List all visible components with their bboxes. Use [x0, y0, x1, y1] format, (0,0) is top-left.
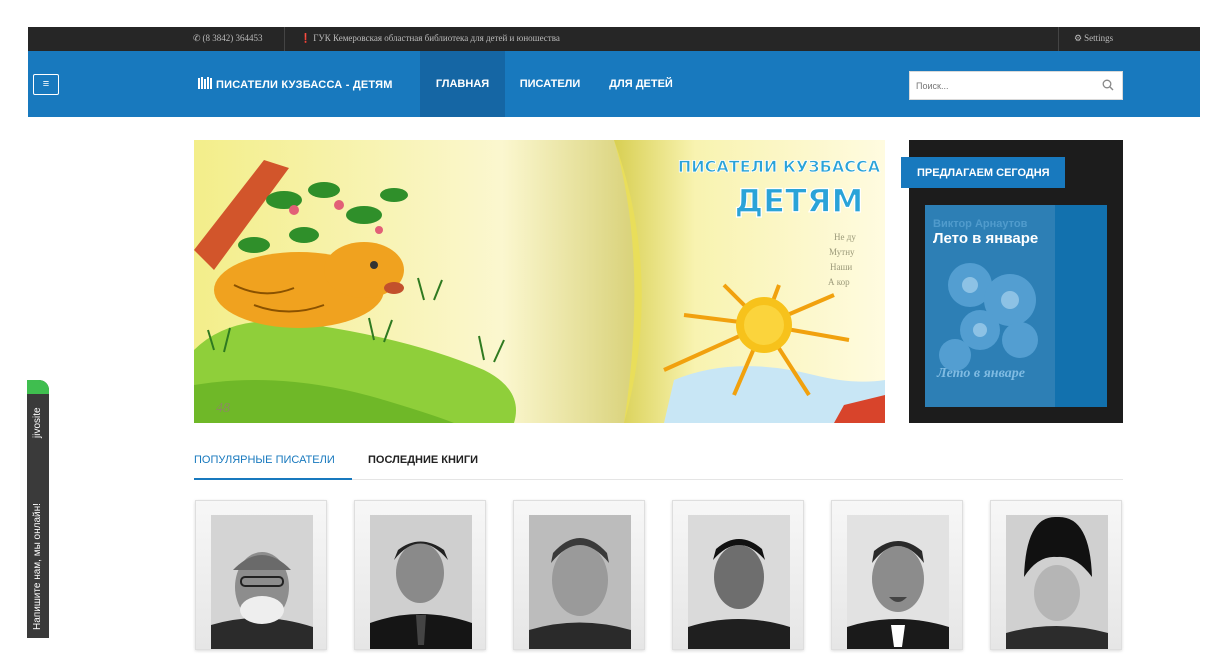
menu-toggle-button[interactable]: ≡: [33, 74, 59, 95]
author-card[interactable]: [354, 500, 486, 650]
hero-illustration: Не ду Мутну Наши А кор 48 ПИСАТЕЛИ КУЗБАССА…: [194, 140, 885, 423]
organization-name: ГУК Кемеровская областная библиотека для…: [313, 33, 560, 43]
hero-title-line1: ПИСАТЕЛИ КУЗБАССА: [678, 157, 881, 176]
today-widget: ПРЕДЛАГАЕМ СЕГОДНЯ Виктор Арнаутов Лето …: [901, 140, 1123, 423]
nav-item-writers[interactable]: ПИСАТЕЛИ: [505, 51, 595, 117]
organization-info: ❗ ГУК Кемеровская областная библиотека дл…: [300, 33, 560, 44]
tab-latest-books[interactable]: ПОСЛЕДНИЕ КНИГИ: [368, 454, 498, 480]
tab-popular-writers[interactable]: ПОПУЛЯРНЫЕ ПИСАТЕЛИ: [194, 454, 352, 480]
brand-title: ПИСАТЕЛИ КУЗБАССА - ДЕТЯМ: [216, 79, 393, 91]
phone-contact[interactable]: ✆ (8 3842) 364453: [193, 33, 263, 44]
search-icon[interactable]: [1102, 79, 1114, 91]
svg-text:Не ду: Не ду: [834, 232, 856, 242]
author-card[interactable]: [831, 500, 963, 650]
svg-text:Мутну: Мутну: [829, 247, 855, 257]
author-photo: [370, 515, 472, 649]
jivo-brand: jivosite: [32, 407, 43, 438]
nav-item-for-kids[interactable]: ДЛЯ ДЕТЕЙ: [595, 51, 687, 117]
nav-item-home[interactable]: ГЛАВНАЯ: [420, 51, 505, 117]
author-photo: [211, 515, 313, 649]
hero-title-line2: ДЕТЯМ: [735, 182, 864, 220]
svg-text:А кор: А кор: [828, 277, 850, 287]
author-card[interactable]: [195, 500, 327, 650]
author-photo: [847, 515, 949, 649]
search-input[interactable]: [910, 72, 1090, 99]
settings-label: Settings: [1084, 33, 1114, 43]
author-card[interactable]: [513, 500, 645, 650]
search-box: [909, 71, 1123, 100]
hero-banner[interactable]: Не ду Мутну Наши А кор 48 ПИСАТЕЛИ КУЗБАССА…: [194, 140, 885, 423]
divider: [284, 27, 285, 51]
phone-number: (8 3842) 364453: [202, 33, 263, 43]
author-card[interactable]: [990, 500, 1122, 650]
menu-icon: ≡: [42, 78, 50, 90]
settings-link[interactable]: ⚙ Settings: [1074, 33, 1113, 44]
library-logo-icon: [198, 77, 212, 89]
settings-icon: ⚙: [1074, 33, 1083, 43]
main-navbar: ≡ ПИСАТЕЛИ КУЗБАССА - ДЕТЯМ ГЛАВНАЯ ПИСА…: [28, 51, 1200, 117]
divider: [1058, 27, 1059, 51]
author-photo: [688, 515, 790, 649]
writers-tabs: ПОПУЛЯРНЫЕ ПИСАТЕЛИ ПОСЛЕДНИЕ КНИГИ: [194, 454, 1123, 480]
author-photo: [529, 515, 631, 649]
featured-book-card[interactable]: Виктор Арнаутов Лето в январе Лето в янв…: [925, 205, 1107, 407]
cover-text: Лето в январе: [936, 366, 1025, 381]
page-number: 48: [216, 401, 230, 416]
author-card[interactable]: [672, 500, 804, 650]
author-photo: [1006, 515, 1108, 649]
book-author: Виктор Арнаутов: [933, 218, 1028, 230]
phone-icon: ✆: [193, 33, 201, 43]
site-brand[interactable]: ПИСАТЕЛИ КУЗБАССА - ДЕТЯМ: [198, 77, 393, 91]
info-icon: ❗: [300, 33, 312, 43]
today-tag: ПРЕДЛАГАЕМ СЕГОДНЯ: [901, 157, 1065, 188]
jivo-message: Напишите нам, мы онлайн!: [32, 503, 43, 630]
page: ✆ (8 3842) 364453 ❗ ГУК Кемеровская област…: [0, 0, 1207, 659]
book-title: Лето в январе: [933, 230, 1039, 247]
jivosite-chat-widget[interactable]: jivosite Напишите нам, мы онлайн!: [27, 380, 49, 638]
top-bar: ✆ (8 3842) 364453 ❗ ГУК Кемеровская област…: [28, 27, 1200, 51]
svg-text:Наши: Наши: [830, 262, 852, 272]
jivo-status-indicator: [27, 380, 49, 394]
